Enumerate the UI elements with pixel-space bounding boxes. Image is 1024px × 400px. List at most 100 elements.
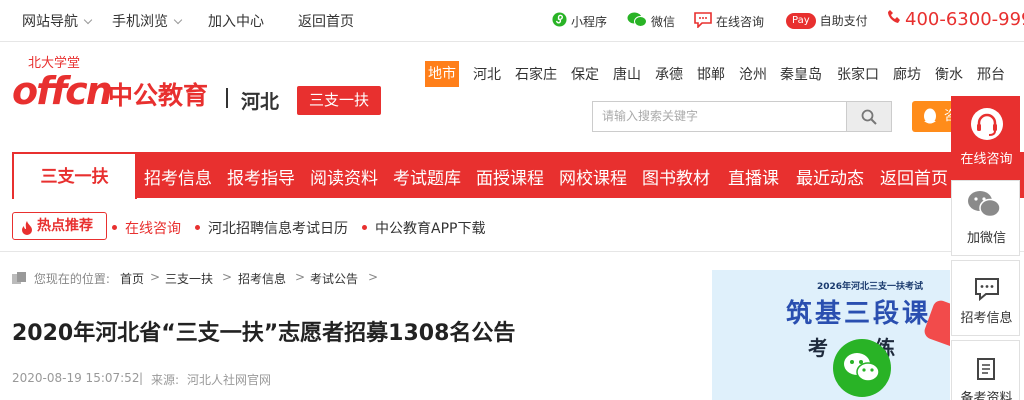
- wechat-icon: [842, 351, 882, 389]
- phone-number: 400-6300-999: [905, 9, 1024, 30]
- breadcrumb-link[interactable]: 首页: [120, 270, 144, 287]
- wechat-icon: [967, 190, 1001, 222]
- province-name: 河北: [241, 91, 280, 113]
- nav-item[interactable]: 最近动态: [796, 164, 864, 189]
- self-pay-label: 自助支付: [819, 14, 868, 28]
- city-tag: 地市: [425, 61, 459, 87]
- float-add-wechat[interactable]: 加微信: [951, 180, 1020, 256]
- brand-name: 中公教育: [108, 81, 209, 110]
- breadcrumb-label: 您现在的位置:: [33, 272, 110, 286]
- location-icon: [12, 272, 26, 284]
- online-consult-link[interactable]: 在线咨询: [694, 12, 764, 31]
- hot-link[interactable]: 中公教育APP下载: [362, 218, 485, 238]
- source-label: 来源:: [151, 373, 180, 387]
- hot-recommend-badge: 热点推荐: [12, 212, 107, 240]
- wechat-link[interactable]: 微信: [627, 12, 675, 30]
- nav-item-active[interactable]: 三支一扶: [12, 152, 137, 199]
- wechat-icon: [627, 12, 647, 30]
- float-item-label: 加微信: [966, 231, 1006, 246]
- chevron-down-icon: [173, 15, 183, 25]
- logo-divider: [226, 88, 228, 108]
- course-banner[interactable]: 2026年河北三支一扶考试 筑基三段课 考 练: [712, 270, 950, 400]
- mini-program-link[interactable]: 小程序: [552, 12, 607, 30]
- breadcrumb: 您现在的位置:: [12, 270, 110, 287]
- back-home-link[interactable]: 返回首页: [298, 11, 354, 31]
- float-prep-materials[interactable]: 备考资料: [951, 340, 1020, 400]
- nav-item[interactable]: 报考指导: [227, 164, 295, 189]
- bullet-dot: [112, 225, 117, 230]
- mobile-browse-menu[interactable]: 手机浏览: [112, 11, 183, 31]
- join-center-link[interactable]: 加入中心: [208, 11, 264, 31]
- site-nav-menu[interactable]: 网站导航: [22, 11, 93, 31]
- nav-item[interactable]: 图书教材: [642, 164, 710, 189]
- nav-item[interactable]: 面授课程: [476, 164, 544, 189]
- chat-bubble-icon: [974, 277, 1000, 305]
- float-online-consult[interactable]: 在线咨询: [951, 96, 1020, 176]
- hot-link[interactable]: 在线咨询: [112, 218, 181, 238]
- hot-link[interactable]: 河北招聘信息考试日历: [195, 218, 348, 238]
- nav-item[interactable]: 直播课: [728, 164, 779, 189]
- city-link[interactable]: 保定: [571, 64, 599, 84]
- hotline-phone[interactable]: 400-6300-999: [887, 9, 1024, 30]
- document-icon: [976, 357, 996, 385]
- float-panel: 在线咨询 加微信 招考信息 备考资料: [951, 96, 1024, 400]
- hot-recommend-label: 热点推荐: [37, 218, 93, 234]
- nav-item[interactable]: 阅读资料: [310, 164, 378, 189]
- search-input[interactable]: 请输入搜索关键字: [592, 101, 846, 132]
- breadcrumb-link[interactable]: 招考信息: [238, 270, 286, 287]
- breadcrumb-link[interactable]: 考试公告: [310, 270, 358, 287]
- mobile-browse-label: 手机浏览: [112, 14, 168, 30]
- city-link[interactable]: 邢台: [977, 64, 1005, 84]
- city-link[interactable]: 石家庄: [515, 64, 557, 84]
- search-button[interactable]: [846, 101, 892, 132]
- banner-main-text: 筑基三段课: [786, 299, 932, 329]
- self-pay-link[interactable]: Pay 自助支付: [786, 12, 868, 29]
- article-title: 2020年河北省“三支一扶”志愿者招募1308名公告: [12, 321, 516, 346]
- nav-item[interactable]: 返回首页: [880, 164, 948, 189]
- float-item-label: 招考信息: [960, 311, 1013, 326]
- search-icon: [861, 109, 877, 129]
- nav-item[interactable]: 网校课程: [559, 164, 627, 189]
- city-link[interactable]: 唐山: [613, 64, 641, 84]
- wechat-float-button[interactable]: [833, 339, 891, 397]
- bullet-dot: [362, 225, 367, 230]
- hot-link-label: 中公教育APP下载: [375, 221, 486, 237]
- city-link[interactable]: 张家口: [837, 64, 879, 84]
- nav-item[interactable]: 考试题库: [393, 164, 461, 189]
- phone-icon: [887, 9, 901, 30]
- hot-link-label: 在线咨询: [125, 221, 181, 237]
- nav-item[interactable]: 招考信息: [144, 164, 212, 189]
- program-button[interactable]: 三支一扶: [297, 86, 381, 115]
- city-link[interactable]: 承德: [655, 64, 683, 84]
- section-divider: [0, 251, 1024, 252]
- chevron-down-icon: [83, 15, 93, 25]
- city-link[interactable]: 衡水: [935, 64, 963, 84]
- breadcrumb-separator: >: [295, 270, 306, 284]
- city-link[interactable]: 沧州: [739, 64, 767, 84]
- mini-program-label: 小程序: [571, 14, 608, 29]
- city-link[interactable]: 河北: [473, 64, 501, 84]
- city-link[interactable]: 廊坊: [893, 64, 921, 84]
- chat-bubble-icon: [694, 12, 712, 31]
- breadcrumb-separator: >: [368, 270, 379, 284]
- bullet-dot: [195, 225, 200, 230]
- mini-program-icon: [552, 12, 567, 30]
- hot-link-label: 河北招聘信息考试日历: [208, 221, 348, 237]
- article-source: 河北人社网官网: [187, 373, 272, 387]
- online-consult-label: 在线咨询: [716, 15, 765, 29]
- breadcrumb-separator: >: [150, 270, 161, 284]
- breadcrumb-link[interactable]: 三支一扶: [165, 270, 213, 287]
- city-link[interactable]: 邯郸: [697, 64, 725, 84]
- float-exam-info[interactable]: 招考信息: [951, 260, 1020, 336]
- pay-badge-icon: Pay: [786, 12, 816, 29]
- wechat-label: 微信: [651, 14, 676, 29]
- article-date: 2020-08-19 15:07:52: [12, 371, 140, 385]
- breadcrumb-separator: >: [222, 270, 233, 284]
- offcn-logo[interactable]: offcn: [12, 72, 113, 110]
- qq-icon: [922, 107, 938, 138]
- meta-divider: |: [139, 371, 144, 385]
- banner-top-text: 2026年河北三支一扶考试: [817, 282, 924, 292]
- float-item-label: 在线咨询: [960, 152, 1013, 167]
- flame-icon: [21, 219, 33, 245]
- city-link[interactable]: 秦皇岛: [780, 64, 822, 84]
